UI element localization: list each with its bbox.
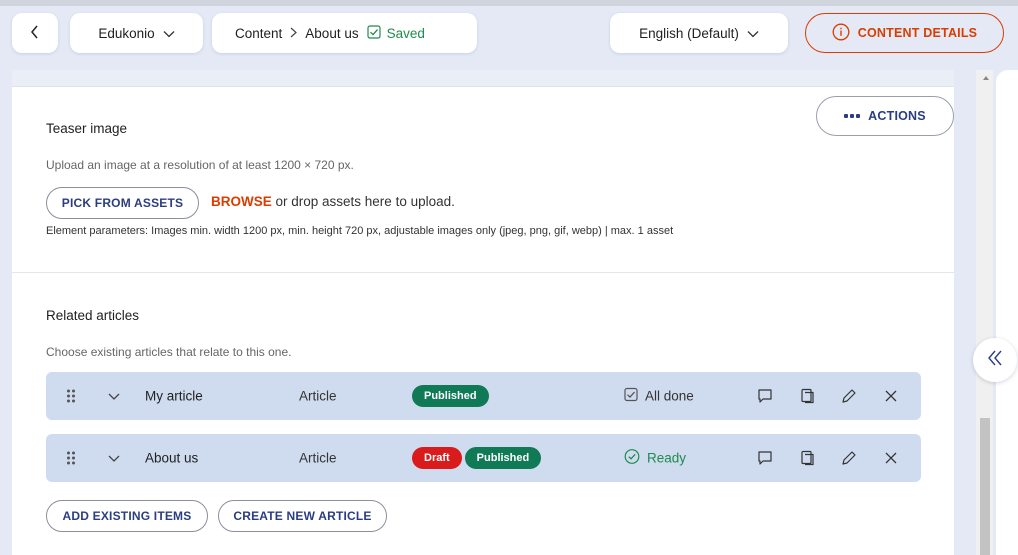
item-type: Article xyxy=(299,450,337,466)
back-button[interactable] xyxy=(12,13,58,53)
language-label: English (Default) xyxy=(639,25,739,41)
chevron-down-icon xyxy=(163,26,175,41)
status-badge: Published xyxy=(412,385,489,407)
comment-icon[interactable] xyxy=(754,447,776,469)
project-selector[interactable]: Edukonio xyxy=(70,13,203,53)
browse-link[interactable]: BROWSE xyxy=(211,194,272,209)
add-existing-items-button[interactable]: ADD EXISTING ITEMS xyxy=(46,500,208,532)
check-circle-icon xyxy=(624,449,640,468)
drop-text: or drop assets here to upload. xyxy=(271,194,455,209)
breadcrumb-item-content[interactable]: Content xyxy=(235,26,282,41)
duplicate-icon[interactable] xyxy=(797,447,819,469)
item-type: Article xyxy=(299,388,337,404)
upload-dropzone[interactable]: BROWSE or drop assets here to upload. xyxy=(211,194,455,209)
checkbox-icon xyxy=(624,387,638,405)
language-selector[interactable]: English (Default) xyxy=(610,13,788,53)
saved-status: Saved xyxy=(366,24,425,42)
list-item[interactable]: My article Article Published All done xyxy=(46,372,921,420)
expand-side-panel-button[interactable] xyxy=(973,338,1017,382)
item-name: About us xyxy=(145,450,199,466)
close-icon[interactable] xyxy=(880,385,902,407)
scroll-up-arrow-icon[interactable] xyxy=(983,76,989,80)
teaser-image-parameters: Element parameters: Images min. width 12… xyxy=(46,225,674,237)
chevron-down-icon[interactable] xyxy=(108,389,120,404)
saved-label: Saved xyxy=(386,25,425,41)
breadcrumb-item-current: About us xyxy=(305,25,359,41)
status-badge: Draft xyxy=(412,447,462,469)
window-edge xyxy=(0,0,1018,6)
drag-handle-icon[interactable] xyxy=(67,451,75,465)
item-status: All done xyxy=(624,387,694,405)
teaser-image-hint: Upload an image at a resolution of at le… xyxy=(46,158,354,172)
comment-icon[interactable] xyxy=(754,385,776,407)
close-icon[interactable] xyxy=(880,447,902,469)
chevron-down-icon xyxy=(747,26,759,41)
breadcrumb: Content About us Saved xyxy=(212,13,477,53)
teaser-image-title: Teaser image xyxy=(46,121,128,136)
info-icon xyxy=(832,23,850,44)
content-details-button[interactable]: CONTENT DETAILS xyxy=(805,13,1004,53)
chevron-down-icon[interactable] xyxy=(108,451,120,466)
status-badge: Published xyxy=(464,447,542,469)
drag-handle-icon[interactable] xyxy=(67,389,75,403)
related-articles-title: Related articles xyxy=(46,308,140,323)
checkbox-icon xyxy=(366,24,381,42)
project-name: Edukonio xyxy=(98,25,155,41)
create-new-article-button[interactable]: CREATE NEW ARTICLE xyxy=(218,500,387,532)
panel-top-fade xyxy=(12,70,954,87)
actions-button[interactable]: ACTIONS xyxy=(816,96,954,136)
workflow-badges: Published xyxy=(412,385,489,407)
item-status-label: All done xyxy=(645,388,694,404)
content-details-label: CONTENT DETAILS xyxy=(857,26,978,40)
back-icon xyxy=(30,25,40,42)
pick-from-assets-button[interactable]: PICK FROM ASSETS xyxy=(46,187,199,219)
list-item[interactable]: About us Article Draft Published Ready xyxy=(46,434,921,482)
chevron-right-icon xyxy=(290,26,298,41)
side-panel-rail xyxy=(996,70,1018,555)
scrollbar-thumb[interactable] xyxy=(980,418,990,555)
edit-icon[interactable] xyxy=(838,447,860,469)
item-status: Ready xyxy=(624,449,686,468)
app: Edukonio Content About us Saved English … xyxy=(0,0,1018,555)
double-chevron-left-icon xyxy=(986,349,1004,372)
dots-icon xyxy=(844,114,861,118)
duplicate-icon[interactable] xyxy=(797,385,819,407)
actions-label: ACTIONS xyxy=(868,109,926,123)
item-name: My article xyxy=(145,388,203,404)
related-articles-hint: Choose existing articles that relate to … xyxy=(46,345,292,359)
workflow-badges: Draft Published xyxy=(412,447,542,469)
edit-icon[interactable] xyxy=(838,385,860,407)
divider xyxy=(12,272,954,273)
content-panel: ACTIONS Teaser image Upload an image at … xyxy=(12,70,954,555)
item-status-label: Ready xyxy=(647,450,687,466)
